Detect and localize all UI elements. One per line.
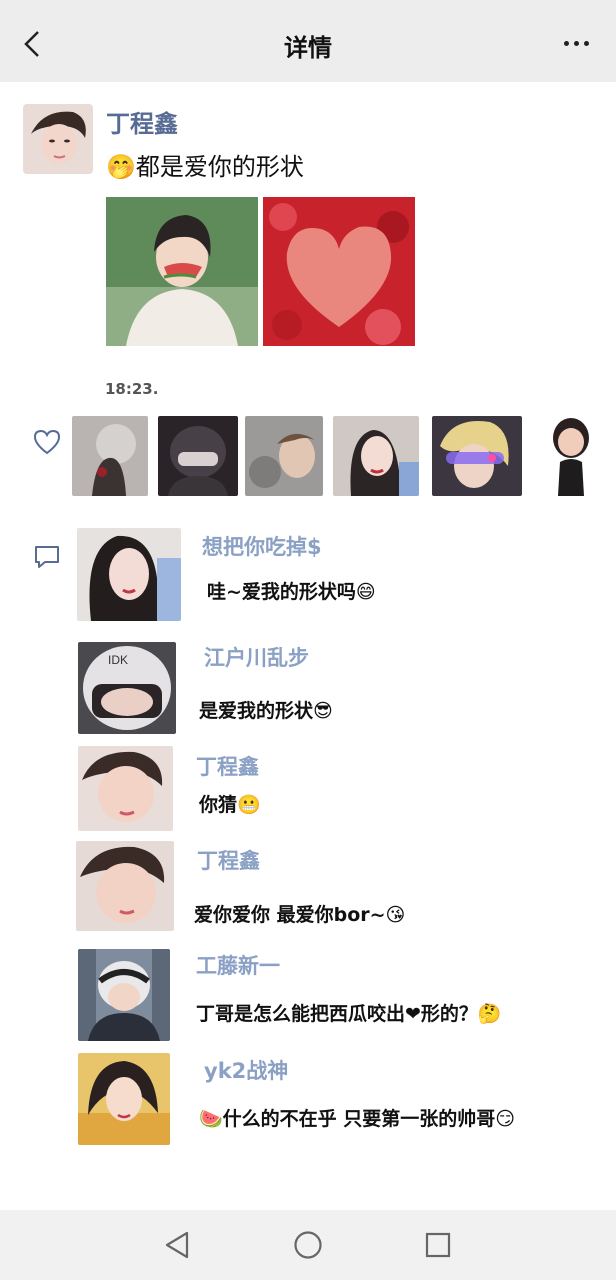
comment-avatar-5[interactable] xyxy=(78,949,170,1041)
comment-text-1[interactable]: 哇~爱我的形状吗😄 xyxy=(207,577,376,604)
like-avatar-1[interactable] xyxy=(72,416,148,496)
comment-avatar-6[interactable] xyxy=(78,1053,170,1145)
top-bar: 详情 xyxy=(0,0,616,82)
post-author-name[interactable]: 丁程鑫 xyxy=(106,104,178,139)
comment-author-1[interactable]: 想把你吃掉$ xyxy=(202,531,322,561)
post-image-watermelon-heart[interactable] xyxy=(263,197,415,346)
comment-text-4[interactable]: 爱你爱你 最爱你bor~😘 xyxy=(194,900,405,927)
more-dots-icon xyxy=(563,40,569,46)
system-nav-bar xyxy=(0,1210,616,1280)
nav-back-button[interactable] xyxy=(160,1228,194,1262)
nav-recent-apps-button[interactable] xyxy=(421,1228,455,1262)
comment-text-5[interactable]: 丁哥是怎么能把西瓜咬出❤形的？🤔 xyxy=(196,999,502,1026)
comment-avatar-2[interactable]: IDK xyxy=(78,642,176,734)
like-avatar-3[interactable] xyxy=(245,416,323,496)
comment-text-6[interactable]: 🍉什么的不在乎 只要第一张的帅哥😏 xyxy=(199,1104,515,1131)
comment-author-4[interactable]: 丁程鑫 xyxy=(197,845,260,875)
like-avatar-2[interactable] xyxy=(158,416,238,496)
comment-author-3[interactable]: 丁程鑫 xyxy=(196,751,259,781)
square-recent-icon xyxy=(425,1232,451,1258)
triangle-back-icon xyxy=(165,1231,189,1259)
post-text: 🤭都是爱你的形状 xyxy=(106,153,304,181)
comment-avatar-3[interactable] xyxy=(78,746,173,831)
post-image-boy-watermelon[interactable] xyxy=(106,197,258,346)
more-options-button[interactable] xyxy=(556,28,596,58)
comment-text-3[interactable]: 你猜😬 xyxy=(199,790,261,817)
comment-text-2[interactable]: 是爱我的形状😎 xyxy=(199,696,333,723)
circle-home-icon xyxy=(294,1231,322,1259)
post-author-avatar[interactable] xyxy=(23,104,93,174)
svg-text:IDK: IDK xyxy=(108,653,128,667)
page-title: 详情 xyxy=(284,34,332,62)
comment-avatar-4[interactable] xyxy=(76,841,174,931)
comment-avatar-1[interactable] xyxy=(77,528,181,621)
like-avatar-6[interactable] xyxy=(548,416,594,496)
comment-author-6[interactable]: yk2战神 xyxy=(204,1055,288,1085)
like-avatar-4[interactable] xyxy=(333,416,419,496)
post-timestamp: 18:23. xyxy=(105,380,159,398)
comment-bubble-icon xyxy=(33,543,61,571)
comment-author-2[interactable]: 江户川乱步 xyxy=(204,642,309,672)
nav-home-button[interactable] xyxy=(291,1228,325,1262)
like-avatar-5[interactable] xyxy=(432,416,522,496)
heart-outline-icon xyxy=(33,428,61,456)
comment-author-5[interactable]: 工藤新一 xyxy=(196,950,280,980)
